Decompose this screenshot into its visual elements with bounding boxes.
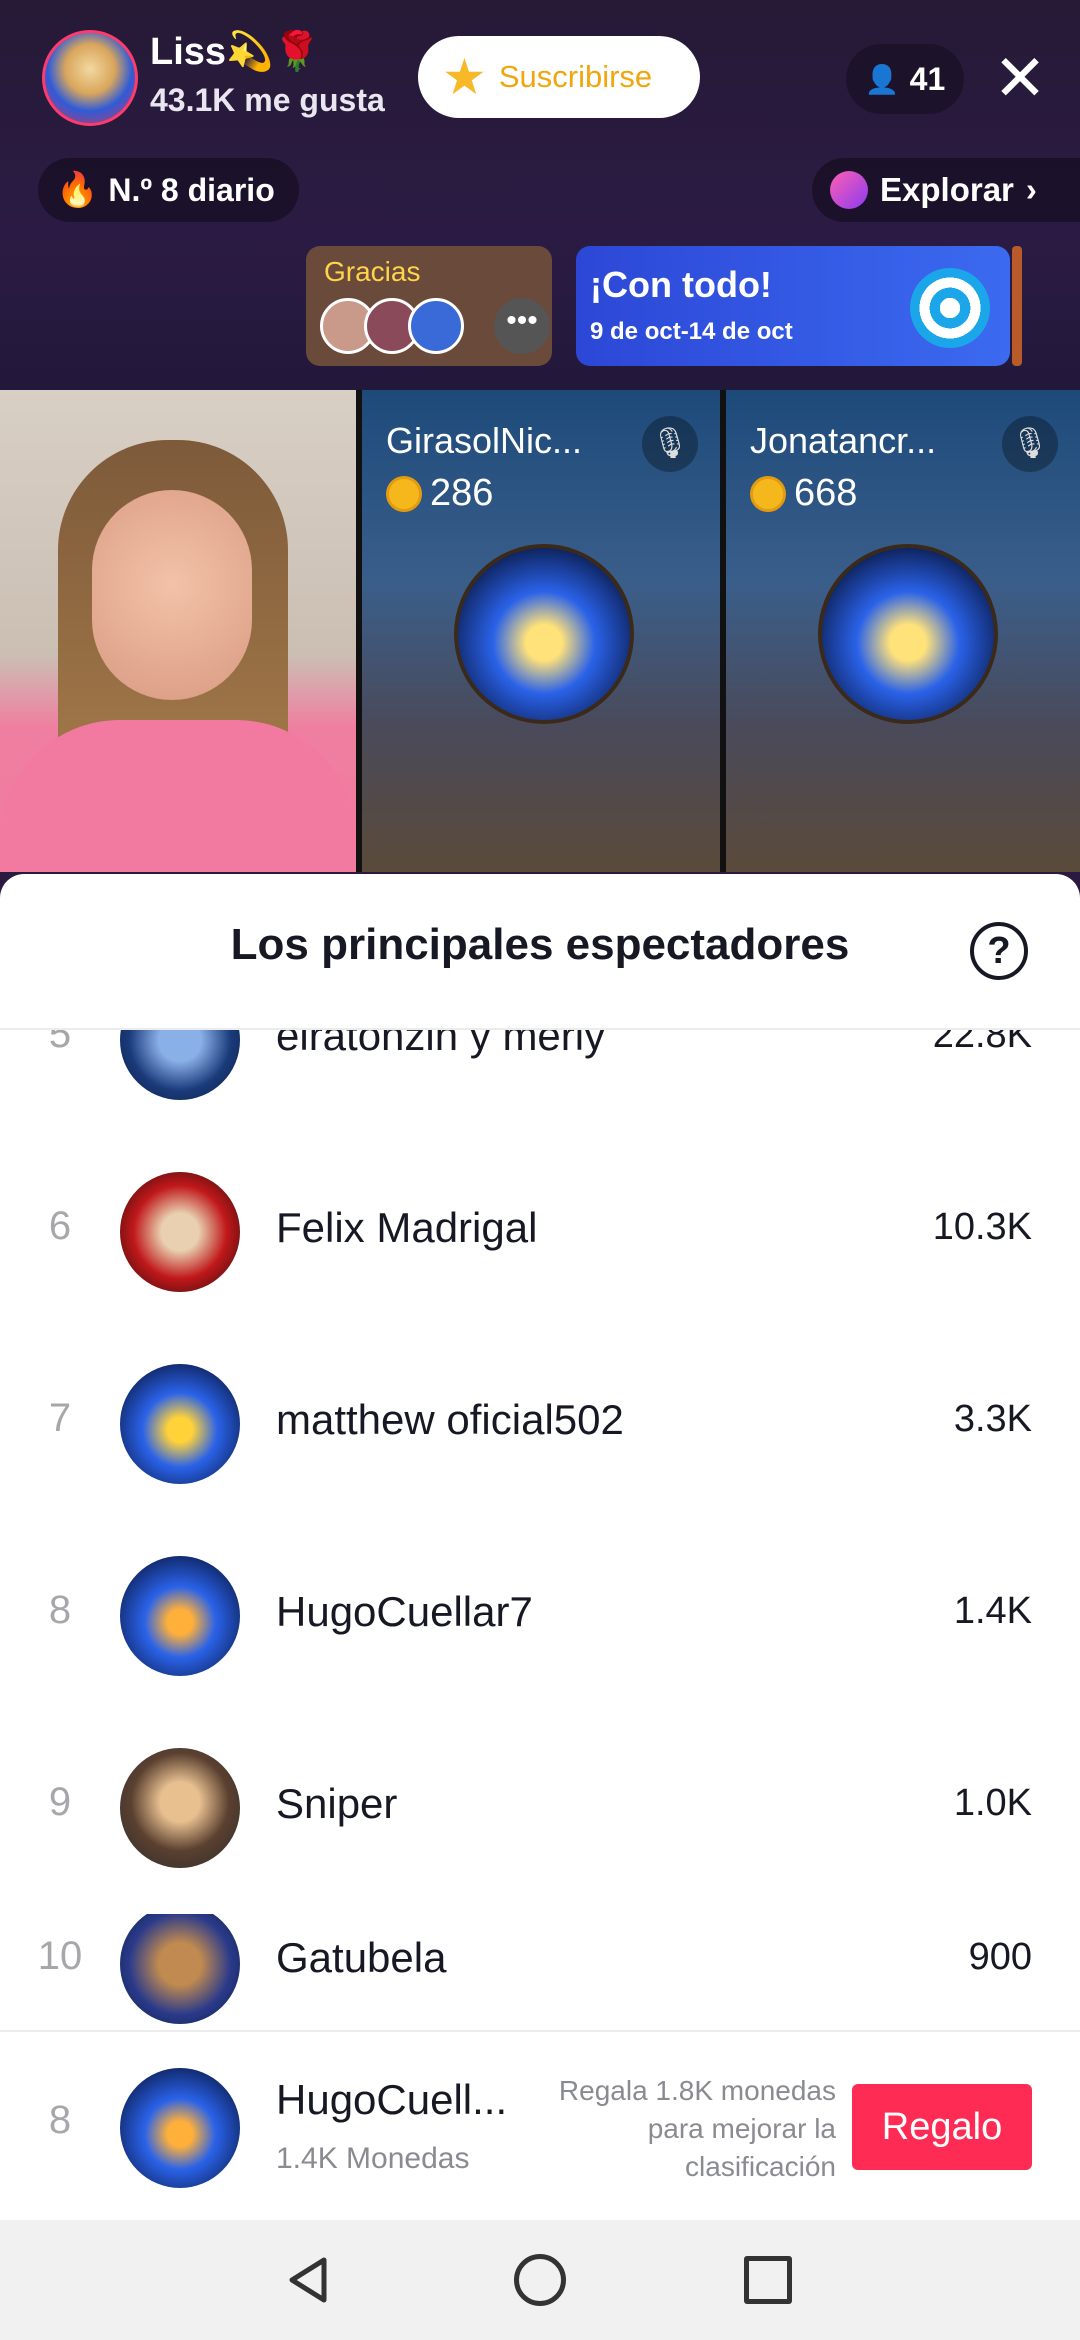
subscribe-button[interactable]: ★ Suscribirse [418,36,700,118]
subscribe-label: Suscribirse [498,59,653,94]
guest-name: Jonatancr... [750,420,937,461]
top-viewers-sheet: Los principales espectadores ? 5 elraton… [0,874,1080,2340]
avatar [120,1748,240,1868]
rank-number: 9 [48,1780,72,1824]
guest-coins: 286 [386,472,493,515]
list-item[interactable]: 5 elratonzin y merly 22.8K [0,1030,1080,1134]
list-item[interactable]: 8 HugoCuellar7 1.4K [0,1518,1080,1710]
host-name[interactable]: Liss💫🌹 [150,30,321,74]
viewer-name: Felix Madrigal [276,1204,538,1251]
rank-number: 6 [48,1204,72,1248]
list-item[interactable]: 9 Sniper 1.0K [0,1710,1080,1902]
viewer-score: 900 [968,1936,1032,1978]
multi-guest-video: GirasolNic... 286 🎙 Jonatancr... 668 🎙 [0,390,1080,872]
host-video-shirt [0,720,356,872]
viewer-count-button[interactable]: 👤 41 [846,44,964,114]
coin-icon [750,475,786,512]
back-icon[interactable] [284,2254,336,2306]
rank-number: 10 [37,1934,83,1978]
mic-off-icon: 🎙 [1002,416,1058,472]
host-avatar[interactable] [42,30,138,126]
live-header: Liss💫🌹 43.1K me gusta ★ Suscribirse 👤 41… [0,0,1080,390]
my-rank-number: 8 [48,2098,72,2142]
viewer-count: 41 [909,60,946,97]
daily-rank-label: N.º 8 diario [108,171,275,208]
avatar [120,1364,240,1484]
guest-coin-value: 668 [794,472,858,514]
thanks-banner[interactable]: Gracias ••• [306,246,552,366]
mic-off-icon: 🎙 [642,416,698,472]
my-coins: 1.4K Monedas [276,2142,470,2175]
rank-number: 8 [48,1588,72,1632]
daily-rank-chip[interactable]: 🔥 N.º 8 diario [38,158,299,222]
rank-number: 5 [48,1030,72,1056]
viewer-score: 10.3K [932,1206,1032,1248]
viewer-name: HugoCuellar7 [276,1588,533,1635]
viewer-score: 3.3K [953,1398,1032,1440]
host-likes: 43.1K me gusta [150,82,385,118]
list-item[interactable]: 10 Gatubela 900 [0,1914,1080,2030]
flame-icon: 🔥 [56,171,99,209]
viewer-score: 22.8K [932,1030,1032,1056]
help-icon[interactable]: ? [970,922,1028,980]
home-icon[interactable] [514,2254,566,2306]
list-item[interactable]: 7 matthew oficial502 3.3K [0,1326,1080,1518]
system-nav-bar [0,2220,1080,2340]
explore-label: Explorar [880,171,1014,208]
chevron-right-icon: › [1025,171,1037,208]
recent-apps-icon[interactable] [744,2256,792,2304]
star-icon: ★ [442,49,487,105]
guest-panel[interactable]: GirasolNic... 286 🎙 [362,390,720,872]
avatar [120,1030,240,1100]
planet-icon [830,171,868,209]
avatar [120,1914,240,2024]
next-banner-edge[interactable] [1012,246,1022,366]
thanks-title: Gracias [324,256,421,287]
host-video[interactable] [0,390,356,872]
guest-avatar [818,544,998,724]
list-item[interactable]: 6 Felix Madrigal 10.3K [0,1134,1080,1326]
guest-panel[interactable]: Jonatancr... 668 🎙 [726,390,1080,872]
close-icon[interactable]: ✕ [990,40,1050,116]
promo-banner[interactable]: ¡Con todo! 9 de oct-14 de oct [576,246,1010,366]
viewer-name: matthew oficial502 [276,1396,624,1443]
gift-button[interactable]: Regalo [852,2084,1032,2170]
viewer-name: elratonzin y merly [276,1030,606,1059]
target-icon [910,268,990,348]
my-name: HugoCuell... [276,2076,508,2123]
supporter-avatar [408,298,464,354]
avatar [120,1172,240,1292]
guest-coins: 668 [750,472,857,515]
explore-button[interactable]: Explorar › [812,158,1080,222]
viewer-score: 1.4K [953,1590,1032,1632]
promo-dates: 9 de oct-14 de oct [590,318,793,345]
viewer-list[interactable]: 5 elratonzin y merly 22.8K 6 Felix Madri… [0,1030,1080,1902]
viewer-name: Gatubela [276,1934,447,1981]
guest-coin-value: 286 [430,472,494,514]
viewer-score: 1.0K [953,1782,1032,1824]
gift-hint: Regala 1.8K monedas para mejorar la clas… [558,2075,836,2182]
guest-name: GirasolNic... [386,420,583,461]
viewer-name: Sniper [276,1780,398,1827]
sheet-title: Los principales espectadores [230,920,850,969]
guest-avatar [454,544,634,724]
coin-icon [386,475,422,512]
avatar [120,1556,240,1676]
more-supporters: ••• [494,298,550,354]
person-icon: 👤 [864,63,900,95]
my-avatar [120,2068,240,2188]
my-rank-bar: 8 HugoCuell... 1.4K Monedas Regala 1.8K … [0,2030,1080,2220]
host-video-face [92,490,252,700]
promo-title: ¡Con todo! [590,264,772,305]
rank-number: 7 [48,1396,72,1440]
